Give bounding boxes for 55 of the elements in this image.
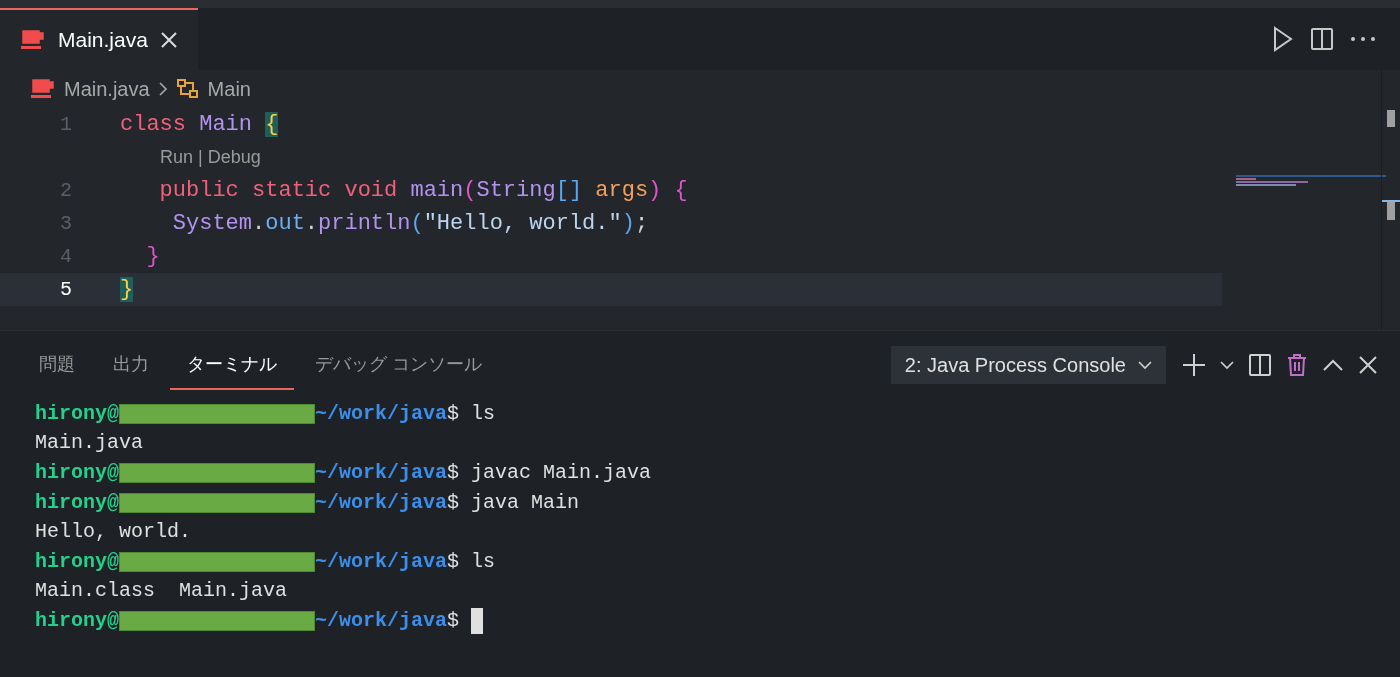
terminal-command: $ javac Main.java: [447, 460, 652, 486]
code-line: System.out.println("Hello, world.");: [171, 210, 649, 238]
coffee-cup-icon: [20, 29, 46, 51]
run-icon[interactable]: [1272, 26, 1294, 52]
close-icon[interactable]: [1358, 355, 1378, 375]
text-cursor: [471, 607, 484, 634]
split-terminal-icon[interactable]: [1248, 353, 1272, 377]
line-number: 5: [59, 276, 73, 303]
coffee-cup-icon: [30, 78, 56, 100]
prompt-user: hirony@: [35, 607, 119, 634]
scrollbar-thumb[interactable]: [1387, 110, 1395, 127]
prompt-path: ~/work/java: [315, 489, 448, 516]
code-line: class Main {: [120, 111, 279, 139]
terminal-command: $: [447, 607, 460, 634]
terminal-command: $ ls: [447, 400, 496, 427]
prompt-user: hirony@: [35, 400, 119, 427]
prompt-user: hirony@: [35, 489, 119, 516]
panel-tab[interactable]: デバッグ コンソール: [298, 340, 499, 390]
line-number: 4: [59, 243, 73, 270]
editor-tab[interactable]: Main.java: [0, 8, 198, 70]
breadcrumb-item[interactable]: Main: [207, 74, 251, 104]
panel-tab[interactable]: ターミナル: [170, 340, 294, 390]
class-icon: [175, 78, 200, 100]
prompt-user: hirony@: [35, 548, 119, 575]
line-number: 1: [59, 111, 73, 138]
panel-tab[interactable]: 問題: [22, 340, 92, 390]
line-number: 3: [59, 210, 73, 237]
prompt-user: hirony@: [35, 460, 119, 486]
chevron-down-icon: [1138, 360, 1152, 370]
code-line: public static void main(String[] args) {: [158, 177, 688, 205]
terminal-output: Main.java: [35, 430, 144, 457]
prompt-path: ~/work/java: [315, 548, 448, 575]
terminal-output: Main.class Main.java: [35, 578, 288, 605]
chevron-down-icon[interactable]: [1220, 360, 1234, 370]
scrollbar-thumb[interactable]: [1382, 200, 1400, 220]
trash-icon[interactable]: [1286, 353, 1308, 377]
prompt-path: ~/work/java: [315, 400, 448, 427]
terminal-command: $ java Main: [447, 489, 580, 516]
prompt-path: ~/work/java: [315, 607, 448, 634]
add-icon[interactable]: [1182, 353, 1206, 377]
close-icon[interactable]: [159, 31, 178, 49]
chevron-right-icon: [157, 81, 168, 97]
chevron-up-icon[interactable]: [1322, 358, 1344, 372]
terminal-command: $ ls: [447, 548, 496, 575]
prompt-path: ~/work/java: [315, 460, 448, 486]
codelens-link[interactable]: Run | Debug: [160, 144, 261, 171]
panel-tab[interactable]: 出力: [96, 340, 166, 390]
split-editor-icon[interactable]: [1310, 27, 1334, 51]
line-number: 2: [59, 177, 73, 204]
more-icon[interactable]: [1350, 36, 1376, 42]
terminal-dropdown[interactable]: 2: Java Process Console: [890, 346, 1166, 384]
minimap-drawing: [1236, 178, 1308, 188]
terminal-output: Hello, world.: [35, 519, 192, 546]
code-line: }: [145, 243, 160, 271]
breadcrumb-item[interactable]: Main.java: [64, 74, 150, 104]
